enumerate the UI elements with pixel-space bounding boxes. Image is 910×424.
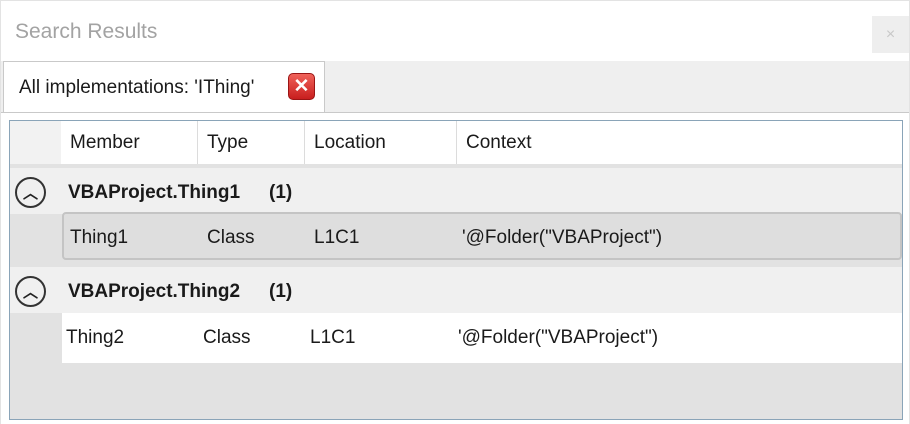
chevron-up-icon: ︿ bbox=[22, 284, 38, 301]
close-icon: ✕ bbox=[293, 76, 310, 97]
header-gutter bbox=[10, 121, 62, 164]
collapse-group-button[interactable]: ︿ bbox=[15, 177, 46, 208]
chevron-up-icon: ︿ bbox=[22, 185, 38, 202]
cell-type: Class bbox=[207, 227, 255, 248]
results-panel: Member Type Location Context ︿ VBAProjec… bbox=[1, 112, 909, 424]
cell-context: '@Folder("VBAProject") bbox=[462, 227, 663, 248]
tab-label: All implementations: 'IThing' bbox=[19, 77, 255, 98]
group-title: VBAProject.Thing1 bbox=[68, 182, 241, 203]
close-tab-button[interactable]: ✕ bbox=[288, 73, 315, 100]
window-title: Search Results bbox=[15, 20, 158, 43]
results-grid: Member Type Location Context ︿ VBAProjec… bbox=[9, 120, 903, 420]
group-header: ︿ VBAProject.Thing2 (1) bbox=[10, 267, 902, 313]
tab-all-implementations[interactable]: All implementations: 'IThing' ✕ bbox=[3, 61, 325, 114]
search-results-window: Search Results × All implementations: 'I… bbox=[0, 0, 910, 424]
column-header-context[interactable]: Context bbox=[457, 121, 902, 164]
close-window-button[interactable]: × bbox=[872, 16, 909, 53]
close-icon: × bbox=[885, 25, 896, 43]
collapse-group-button[interactable]: ︿ bbox=[15, 276, 46, 307]
cell-location: L1C1 bbox=[314, 227, 360, 248]
cell-context: '@Folder("VBAProject") bbox=[458, 327, 659, 348]
group-count: (1) bbox=[269, 182, 293, 203]
cell-location: L1C1 bbox=[310, 327, 356, 348]
cell-member: Thing1 bbox=[70, 227, 129, 248]
column-header-member[interactable]: Member bbox=[61, 121, 198, 164]
table-row[interactable]: Thing1 Class L1C1 '@Folder("VBAProject") bbox=[62, 212, 902, 260]
group-title: VBAProject.Thing2 bbox=[68, 281, 241, 302]
title-bar: Search Results × bbox=[1, 1, 909, 61]
grid-empty-area bbox=[10, 363, 902, 419]
column-header-type[interactable]: Type bbox=[198, 121, 305, 164]
column-header-location[interactable]: Location bbox=[305, 121, 457, 164]
cell-member: Thing2 bbox=[66, 327, 125, 348]
column-header-row: Member Type Location Context bbox=[10, 121, 902, 164]
tab-strip: All implementations: 'IThing' ✕ bbox=[1, 61, 909, 114]
group-count: (1) bbox=[269, 281, 293, 302]
table-row[interactable]: Thing2 Class L1C1 '@Folder("VBAProject") bbox=[62, 313, 902, 363]
group-header: ︿ VBAProject.Thing1 (1) bbox=[10, 168, 902, 214]
cell-type: Class bbox=[203, 327, 251, 348]
